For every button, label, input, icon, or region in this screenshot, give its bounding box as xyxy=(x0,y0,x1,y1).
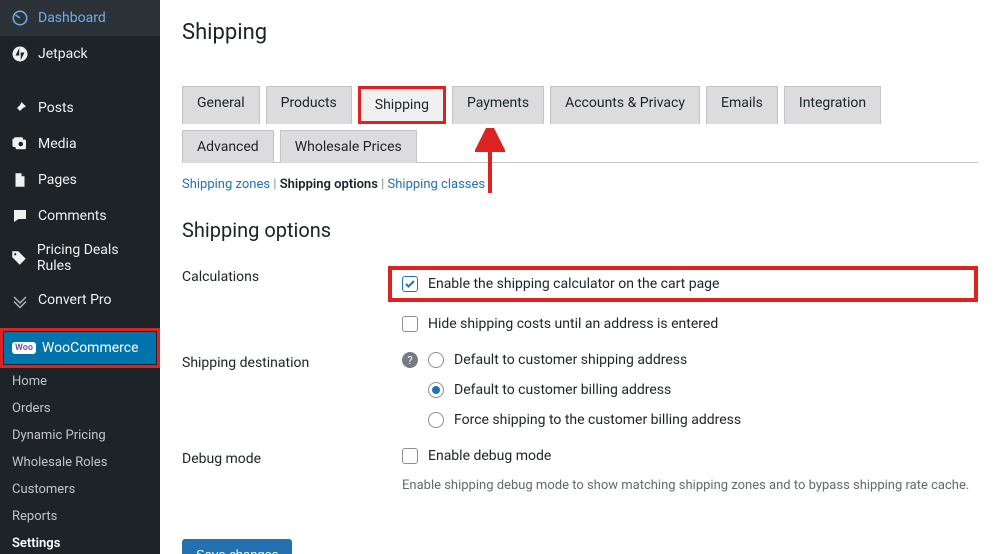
submenu-item-settings[interactable]: Settings xyxy=(0,530,160,554)
sidebar-item-pricing-deals[interactable]: Pricing Deals Rules xyxy=(0,234,160,282)
radio-dest-billing[interactable] xyxy=(428,382,444,398)
submenu-item-customers[interactable]: Customers xyxy=(0,476,160,503)
admin-sidebar: Dashboard Jetpack Posts Media Pages Comm… xyxy=(0,0,160,554)
pin-icon xyxy=(10,98,30,118)
label-debug-mode: Debug mode xyxy=(182,448,402,467)
sidebar-item-convert-pro[interactable]: Convert Pro xyxy=(0,282,160,318)
sidebar-item-comments[interactable]: Comments xyxy=(0,198,160,234)
subtab-shipping-classes[interactable]: Shipping classes xyxy=(388,177,486,192)
shipping-subtabs: Shipping zones | Shipping options | Ship… xyxy=(182,167,978,210)
tab-general[interactable]: General xyxy=(182,86,260,124)
sidebar-item-dashboard[interactable]: Dashboard xyxy=(0,0,160,36)
sidebar-label: Pages xyxy=(38,172,77,188)
subtab-shipping-options[interactable]: Shipping options xyxy=(280,177,378,192)
save-changes-button[interactable]: Save changes xyxy=(182,539,292,554)
sidebar-label: WooCommerce xyxy=(42,340,139,356)
sidebar-label: Convert Pro xyxy=(38,292,112,308)
submenu-item-dynamic-pricing[interactable]: Dynamic Pricing xyxy=(0,422,160,449)
tab-integration[interactable]: Integration xyxy=(784,86,881,124)
radio-dest-shipping[interactable] xyxy=(428,352,444,368)
submenu-item-reports[interactable]: Reports xyxy=(0,503,160,530)
row-shipping-destination: Shipping destination ? Default to custom… xyxy=(182,352,978,428)
sidebar-item-posts[interactable]: Posts xyxy=(0,90,160,126)
sidebar-label: Dashboard xyxy=(38,10,106,26)
submenu-item-wholesale-roles[interactable]: Wholesale Roles xyxy=(0,449,160,476)
row-debug-mode: Debug mode Enable debug mode Enable ship… xyxy=(182,448,978,493)
checkbox-enable-shipping-calculator[interactable] xyxy=(402,276,418,292)
sidebar-label: Jetpack xyxy=(38,46,88,62)
convert-icon xyxy=(10,290,30,310)
dashboard-icon xyxy=(10,8,30,28)
settings-panel: Shipping General Products Shipping Payme… xyxy=(160,0,1000,554)
tab-payments[interactable]: Payments xyxy=(452,86,544,124)
settings-tabs: General Products Shipping Payments Accou… xyxy=(182,85,978,163)
sidebar-label: Comments xyxy=(38,208,107,224)
tab-emails[interactable]: Emails xyxy=(706,86,778,124)
comments-icon xyxy=(10,206,30,226)
submenu-item-home[interactable]: Home xyxy=(0,368,160,395)
row-calculations: Calculations Enable the shipping calcula… xyxy=(182,266,978,332)
sidebar-label: Pricing Deals Rules xyxy=(37,242,150,274)
highlight-box-woocommerce: Woo WooCommerce xyxy=(0,328,160,368)
label-shipping-destination: Shipping destination xyxy=(182,352,402,371)
opt-dest-billing-address[interactable]: Default to customer billing address xyxy=(428,382,978,398)
opt-enable-debug-mode[interactable]: Enable debug mode xyxy=(402,448,978,464)
tab-shipping[interactable]: Shipping xyxy=(358,86,446,124)
woo-icon: Woo xyxy=(12,342,36,354)
checkbox-enable-debug[interactable] xyxy=(402,448,418,464)
sidebar-item-woocommerce[interactable]: Woo WooCommerce xyxy=(4,332,156,364)
media-icon xyxy=(10,134,30,154)
help-icon[interactable]: ? xyxy=(402,352,418,368)
tab-wholesale-prices[interactable]: Wholesale Prices xyxy=(280,130,417,163)
page-title: Shipping xyxy=(182,20,978,45)
tab-accounts-privacy[interactable]: Accounts & Privacy xyxy=(550,86,700,124)
sidebar-item-pages[interactable]: Pages xyxy=(0,162,160,198)
sidebar-label: Media xyxy=(38,136,77,152)
sidebar-item-media[interactable]: Media xyxy=(0,126,160,162)
submenu-item-orders[interactable]: Orders xyxy=(0,395,160,422)
label-calculations: Calculations xyxy=(182,266,402,285)
page-icon xyxy=(10,170,30,190)
tab-advanced[interactable]: Advanced xyxy=(182,130,274,163)
section-heading: Shipping options xyxy=(182,218,978,242)
checkbox-hide-shipping-costs[interactable] xyxy=(402,316,418,332)
jetpack-icon xyxy=(10,44,30,64)
sidebar-label: Posts xyxy=(38,100,74,116)
opt-enable-shipping-calculator[interactable]: Enable the shipping calculator on the ca… xyxy=(388,266,978,302)
radio-dest-force-billing[interactable] xyxy=(428,412,444,428)
opt-hide-shipping-costs[interactable]: Hide shipping costs until an address is … xyxy=(402,316,978,332)
subtab-shipping-zones[interactable]: Shipping zones xyxy=(182,177,270,192)
tab-products[interactable]: Products xyxy=(266,86,352,124)
sidebar-item-jetpack[interactable]: Jetpack xyxy=(0,36,160,72)
opt-dest-force-billing[interactable]: Force shipping to the customer billing a… xyxy=(428,412,978,428)
opt-dest-shipping-address[interactable]: Default to customer shipping address xyxy=(428,352,978,368)
debug-description: Enable shipping debug mode to show match… xyxy=(402,478,978,493)
tag-icon xyxy=(10,248,29,268)
